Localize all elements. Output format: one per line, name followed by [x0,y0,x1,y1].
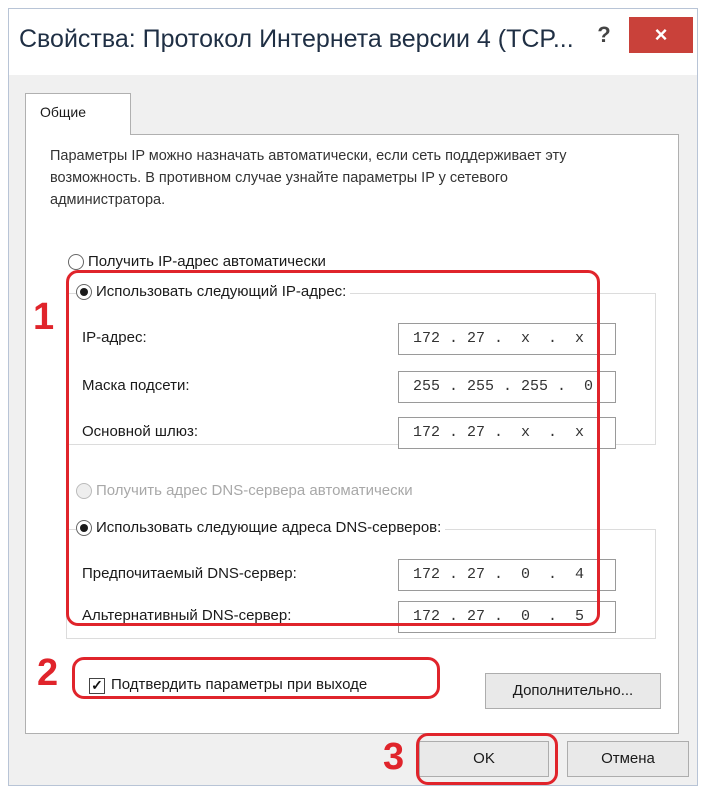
advanced-button[interactable]: Дополнительно... [485,673,661,709]
ip-auto-option[interactable]: Получить IP-адрес автоматически [68,253,326,270]
ip-auto-label: Получить IP-адрес автоматически [88,253,326,270]
annotation-number-3: 3 [383,736,405,778]
help-button[interactable]: ? [589,17,619,53]
tab-general[interactable]: Общие [25,93,131,135]
title-bar: Свойства: Протокол Интернета версии 4 (T… [9,9,697,75]
close-button[interactable]: × [629,17,693,53]
annotation-box-2 [72,657,440,699]
close-icon: × [654,22,668,47]
window-title: Свойства: Протокол Интернета версии 4 (T… [19,25,574,53]
annotation-number-1: 1 [33,296,55,338]
annotation-box-1 [66,270,600,626]
annotation-number-2: 2 [37,652,59,694]
annotation-box-3 [416,733,558,785]
description-text: Параметры IP можно назначать автоматичес… [50,148,567,208]
cancel-button[interactable]: Отмена [567,741,689,777]
ip-auto-radio[interactable] [68,253,84,270]
